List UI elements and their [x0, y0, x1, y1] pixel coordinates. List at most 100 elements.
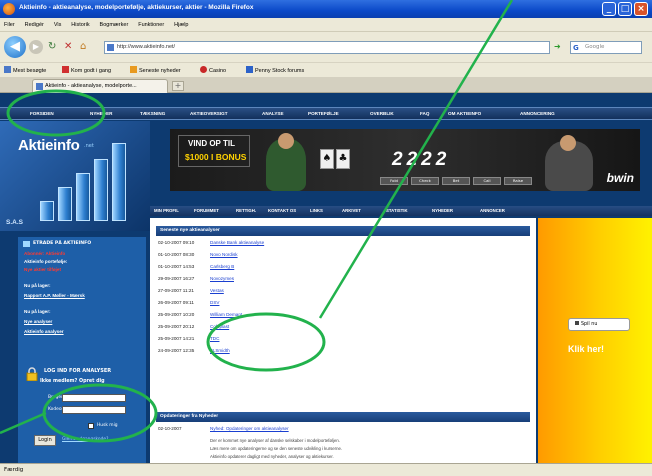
nav-overblik[interactable]: OVERBLIK	[370, 111, 394, 116]
news-link[interactable]: Vestas	[210, 288, 224, 293]
news-link[interactable]: Carlsberg B	[210, 264, 234, 269]
news-row: 25-09-2007 14:21 TDC	[158, 336, 458, 348]
sidebar-link[interactable]: Rapport A.P. Møller - Mærsk	[24, 293, 85, 298]
news-link[interactable]: Danske Bank aktieanalyse	[210, 240, 264, 245]
bookmark-getting-started[interactable]: Kom godt i gang	[62, 66, 111, 74]
nav-analyse[interactable]: ANALYSE	[262, 111, 284, 116]
home-icon[interactable]: ⌂	[80, 42, 86, 52]
logo-name: Aktieinfo	[18, 137, 80, 154]
nav-aktieoversigt[interactable]: AKTIEOVERSIGT	[190, 111, 228, 116]
bookmark-penny-stock[interactable]: Penny Stock forums	[246, 66, 304, 74]
menu-tools[interactable]: Funktioner	[134, 18, 168, 32]
news-row: 25-09-2007 10:20 William Demant	[158, 312, 458, 324]
subnav-links[interactable]: LINKS	[310, 208, 323, 213]
info-icon	[23, 241, 30, 247]
subnav-nyheder[interactable]: NYHEDER	[432, 208, 453, 213]
subnav-kontakt[interactable]: KONTAKT OS	[268, 208, 296, 213]
sidebar-link[interactable]: Nye analyser	[24, 319, 52, 324]
subnav-min-profil[interactable]: MIN PROFIL	[154, 208, 179, 213]
maximize-button[interactable]: □	[618, 2, 632, 16]
lock-icon	[26, 367, 38, 381]
news-link[interactable]: William Demant	[210, 312, 242, 317]
reload-icon[interactable]: ↻	[48, 42, 56, 52]
bookmark-label: Mest besøgte	[13, 68, 47, 74]
site-sub-navigation: MIN PROFIL FORUMMET RETTIGH. KONTAKT OS …	[150, 206, 652, 216]
sidebar-line[interactable]: Nye aktier tilføjet	[24, 267, 61, 272]
stop-icon[interactable]: ✕	[64, 42, 72, 52]
nav-om-aktieinfo[interactable]: OM AKTIEINFO	[448, 111, 481, 116]
site-logo[interactable]: Aktieinfo .net S.A.S	[0, 121, 150, 231]
news-date: 01-10-2007 08:30	[158, 252, 195, 257]
subnav-forummet[interactable]: FORUMMET	[194, 208, 219, 213]
ad-play-button[interactable]: Spil nu	[568, 318, 630, 331]
tab-label: Aktieinfo - aktieanalyse, modelporte...	[45, 83, 137, 89]
close-button[interactable]: ×	[634, 2, 648, 16]
banner-button: Call	[473, 177, 501, 185]
subnav-statistik[interactable]: STATISTIK	[386, 208, 408, 213]
logo-bar-icon	[76, 173, 90, 221]
menu-edit[interactable]: Redigér	[21, 18, 48, 32]
news-heading: Seneste nye aktieanalyser	[156, 226, 530, 236]
minimize-button[interactable]: _	[602, 2, 616, 16]
nav-annoncering[interactable]: ANNONCERING	[520, 111, 555, 116]
update-link[interactable]: Nyhed: Opdateringer om aktieanalyser	[210, 426, 289, 431]
banner-button: Raise	[504, 177, 532, 185]
news-date: 29-09-2007 16:27	[158, 276, 195, 281]
bookmark-most-visited[interactable]: Mest besøgte	[4, 66, 46, 74]
remember-checkbox[interactable]	[88, 423, 94, 429]
news-row: 27-09-2007 11:21 Vestas	[158, 288, 458, 300]
bookmark-icon	[200, 66, 207, 73]
username-label: Bruger	[48, 395, 63, 400]
news-link[interactable]: DSV	[210, 300, 219, 305]
go-arrow-icon[interactable]: ➜	[554, 42, 561, 52]
update-date: 02-10-2007	[158, 426, 182, 431]
ad-cta: Klik her!	[568, 344, 605, 354]
news-link[interactable]: Novozymes	[210, 276, 234, 281]
subnav-annoncer[interactable]: ANNONCER	[480, 208, 505, 213]
back-button[interactable]: ◀	[4, 36, 26, 58]
side-banner-ad[interactable]: Spil nu Klik her!	[538, 218, 652, 463]
menu-bookmarks[interactable]: Bogmærker	[96, 18, 133, 32]
subnav-arkivet[interactable]: ARKIVET	[342, 208, 361, 213]
poker-banner-ad[interactable]: VIND OP TIL $1000 I BONUS ♠ ♣ 2222 Fold …	[170, 129, 640, 191]
nav-nyheder[interactable]: NYHEDER	[90, 111, 112, 116]
banner-player-head	[278, 133, 294, 149]
username-input[interactable]	[62, 394, 126, 402]
news-link[interactable]: TDC	[210, 336, 219, 341]
banner-digits: 2222	[392, 149, 451, 170]
search-field[interactable]: G Google	[570, 41, 642, 54]
subnav-rettigh[interactable]: RETTIGH.	[236, 208, 256, 213]
nav-faq[interactable]: FAQ	[420, 111, 429, 116]
news-date: 01-10-2007 14:53	[158, 264, 195, 269]
nav-forsiden[interactable]: FORSIDEN	[30, 111, 54, 116]
news-link[interactable]: Coloplast	[210, 324, 229, 329]
new-tab-button[interactable]: +	[172, 81, 184, 91]
login-title: LOG IND FOR ANALYSER	[44, 368, 112, 374]
news-link[interactable]: FLSmidth	[210, 348, 230, 353]
nav-portefolje[interactable]: PORTEFØLJE	[308, 111, 339, 116]
bookmark-casino[interactable]: Casino	[200, 66, 226, 74]
news-row: 24-09-2007 12:35 FLSmidth	[158, 348, 458, 360]
menu-history[interactable]: Historik	[67, 18, 93, 32]
menu-file[interactable]: Filer	[0, 18, 19, 32]
sidebar-line: Nu på lager:	[24, 309, 51, 314]
menu-view[interactable]: Vis	[50, 18, 66, 32]
url-field[interactable]: http://www.aktieinfo.net/	[104, 41, 550, 54]
login-subtitle[interactable]: Ikke medlem? Opret dig	[40, 379, 105, 384]
sidebar-link[interactable]: Aktieinfo analyser	[24, 329, 64, 334]
password-input[interactable]	[62, 406, 126, 414]
news-row: 25-09-2007 20:12 Coloplast	[158, 324, 458, 336]
forgot-password-link[interactable]: Glemt adgangskode?	[62, 437, 108, 442]
bookmark-latest-news[interactable]: Seneste nyheder	[130, 66, 181, 74]
banner-brand: bwin	[606, 171, 634, 185]
banner-headline: VIND OP TIL	[188, 139, 235, 148]
menu-help[interactable]: Hjælp	[170, 18, 192, 32]
bookmark-label: Casino	[209, 68, 227, 74]
sidebar-line[interactable]: Abonnér: Aktieinfo	[24, 251, 65, 256]
login-button[interactable]: Login	[34, 435, 56, 446]
news-link[interactable]: Novo Nordisk	[210, 252, 238, 257]
nav-taeksning[interactable]: TÆKSNING	[140, 111, 165, 116]
logo-bar-icon	[94, 159, 108, 221]
tab-aktieinfo[interactable]: Aktieinfo - aktieanalyse, modelporte...	[32, 79, 168, 93]
forward-button[interactable]: ▶	[29, 40, 43, 54]
